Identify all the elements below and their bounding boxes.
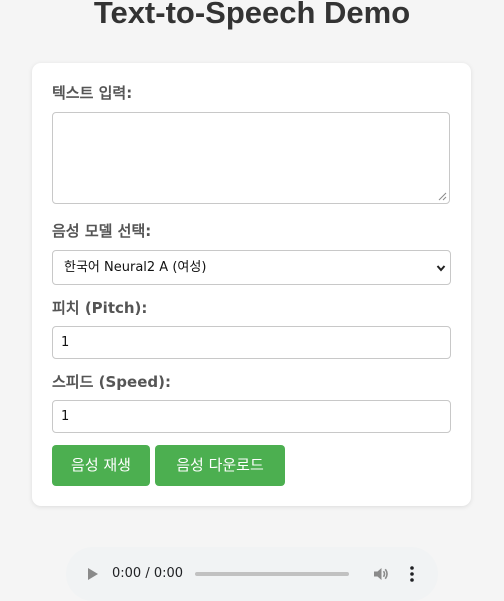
text-input-label: 텍스트 입력: <box>52 84 133 102</box>
play-icon[interactable] <box>87 567 99 581</box>
audio-progress-track[interactable] <box>195 572 349 576</box>
speed-label: 스피드 (Speed): <box>52 373 171 391</box>
audio-time-display: 0:00 / 0:00 <box>112 566 184 581</box>
chevron-down-icon <box>436 265 446 272</box>
download-audio-button[interactable]: 음성 다운로드 <box>155 445 285 486</box>
voice-model-label: 음성 모델 선택: <box>52 222 152 240</box>
pitch-input[interactable]: 1 <box>52 326 451 359</box>
tts-form-card: 텍스트 입력: 음성 모델 선택: 한국어 Neural2 A (여성) 피치 … <box>32 63 471 506</box>
audio-player: 0:00 / 0:00 <box>66 547 438 601</box>
resize-grip-icon[interactable] <box>438 192 447 201</box>
voice-model-select[interactable]: 한국어 Neural2 A (여성) <box>52 250 451 285</box>
pitch-input-value: 1 <box>61 335 70 350</box>
voice-model-selected-value: 한국어 Neural2 A (여성) <box>64 260 207 275</box>
more-vertical-icon[interactable] <box>409 566 415 582</box>
text-input[interactable] <box>52 112 450 204</box>
play-audio-button[interactable]: 음성 재생 <box>52 445 150 486</box>
speed-input[interactable]: 1 <box>52 400 451 433</box>
pitch-label: 피치 (Pitch): <box>52 299 148 317</box>
volume-icon[interactable] <box>372 565 390 583</box>
speed-input-value: 1 <box>61 409 70 424</box>
page-title: Text-to-Speech Demo <box>93 0 411 30</box>
